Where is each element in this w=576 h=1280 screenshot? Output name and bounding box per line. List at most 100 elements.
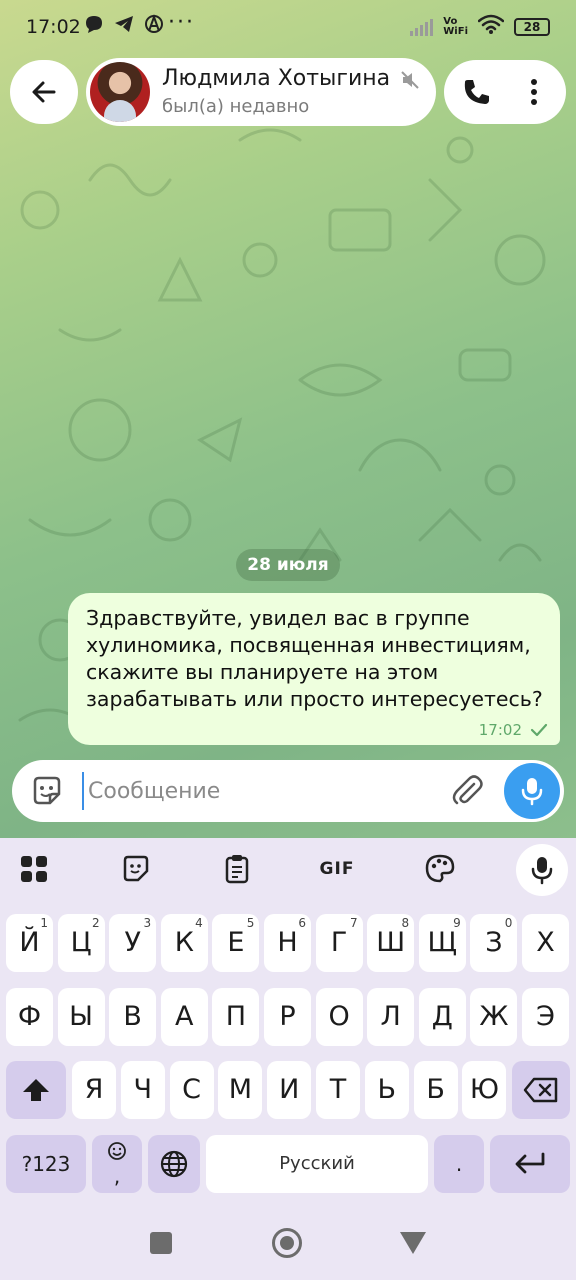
key-hint: 1: [40, 916, 48, 930]
enter-key[interactable]: [490, 1135, 570, 1193]
key-label: Н: [277, 927, 298, 958]
shift-key[interactable]: [6, 1061, 66, 1119]
backspace-key[interactable]: [512, 1061, 570, 1119]
palette-icon[interactable]: [423, 852, 457, 886]
last-seen-status: был(а) недавно: [162, 96, 310, 117]
language-key[interactable]: [148, 1135, 200, 1193]
message-meta: 17:02: [479, 721, 548, 739]
battery-icon: 28: [514, 17, 550, 36]
key[interactable]: С: [169, 1061, 214, 1119]
enter-arrow-icon: [515, 1152, 545, 1174]
vowifi-icon: Vo WiFi: [443, 15, 468, 37]
key-label: Г: [330, 927, 348, 958]
header-actions: [444, 60, 566, 124]
key[interactable]: Р: [264, 988, 311, 1046]
wifi-icon: [477, 14, 505, 39]
key[interactable]: Й1: [6, 914, 53, 972]
key-label: Ф: [17, 1001, 42, 1032]
key-hint: 6: [298, 916, 306, 930]
key[interactable]: Б: [413, 1061, 458, 1119]
sticker-icon[interactable]: [30, 774, 64, 808]
key[interactable]: В: [109, 988, 157, 1046]
home-button[interactable]: [272, 1228, 302, 1258]
key[interactable]: Ю: [462, 1061, 507, 1119]
date-separator: 28 июля: [236, 549, 340, 581]
key[interactable]: М: [218, 1061, 263, 1119]
key-label: Е: [227, 927, 245, 958]
key[interactable]: Ы: [57, 988, 105, 1046]
key-label: Э: [536, 1001, 555, 1032]
back-nav-button[interactable]: [400, 1232, 426, 1254]
gif-button[interactable]: GIF: [320, 852, 354, 886]
status-time: 17:02: [26, 16, 81, 38]
phone-icon[interactable]: [462, 78, 490, 106]
key[interactable]: Ц2: [57, 914, 105, 972]
emoji-comma-key[interactable]: ,: [92, 1135, 142, 1193]
key-label: В: [123, 1001, 142, 1032]
chat-header[interactable]: Людмила Хотыгина был(а) недавно: [86, 58, 436, 126]
message-time: 17:02: [478, 721, 522, 739]
key[interactable]: Е5: [212, 914, 260, 972]
keyboard-toolbar: GIF: [0, 838, 576, 898]
key[interactable]: Д: [418, 988, 466, 1046]
outgoing-message[interactable]: Здравствуйте, увидел вас в группе хулино…: [68, 593, 560, 745]
key[interactable]: Щ9: [418, 914, 466, 972]
key[interactable]: З0: [470, 914, 518, 972]
signal-icon: [410, 18, 434, 36]
key[interactable]: У3: [109, 914, 157, 972]
key-label: У: [124, 927, 141, 958]
key-label: З: [485, 927, 503, 958]
emoji-icon: [108, 1142, 126, 1160]
symbols-key[interactable]: ?123: [6, 1135, 86, 1193]
message-input[interactable]: [82, 772, 442, 810]
key[interactable]: О: [315, 988, 363, 1046]
voice-record-button[interactable]: [504, 763, 560, 819]
chat-title: Людмила Хотыгина: [162, 66, 391, 91]
key[interactable]: И: [267, 1061, 312, 1119]
key-label: Ж: [479, 1001, 509, 1032]
key-label: А: [175, 1001, 194, 1032]
key[interactable]: А: [160, 988, 208, 1046]
back-button[interactable]: [10, 60, 78, 124]
more-vertical-icon[interactable]: [524, 78, 544, 106]
period-key[interactable]: .: [434, 1135, 484, 1193]
system-navigation-bar: [0, 1204, 576, 1280]
muted-icon: [401, 71, 419, 89]
key-label: О: [328, 1001, 350, 1032]
key[interactable]: Ж: [470, 988, 518, 1046]
key[interactable]: П: [212, 988, 260, 1046]
paperclip-icon[interactable]: [450, 774, 484, 808]
key[interactable]: К4: [160, 914, 208, 972]
key[interactable]: Ч: [120, 1061, 165, 1119]
space-key[interactable]: Русский: [206, 1135, 428, 1193]
key-label: К: [174, 927, 194, 958]
key-hint: 5: [246, 916, 255, 930]
voice-input-button[interactable]: [516, 844, 568, 896]
key[interactable]: Г7: [315, 914, 363, 972]
clipboard-icon[interactable]: [220, 852, 254, 886]
key[interactable]: Я: [72, 1061, 116, 1119]
comma-label: ,: [113, 1164, 121, 1188]
key-hint: 2: [91, 916, 100, 930]
key[interactable]: Э: [522, 988, 569, 1046]
more-notifications-icon: ···: [168, 10, 195, 35]
key[interactable]: Х: [522, 914, 569, 972]
key-label: П: [225, 1001, 247, 1032]
key-label: Ю: [469, 1074, 499, 1105]
status-bar: 17:02 ··· Vo WiFi 28: [0, 0, 576, 54]
recents-button[interactable]: [150, 1232, 172, 1254]
key-hint: 7: [349, 916, 358, 930]
shift-arrow-icon: [23, 1079, 49, 1101]
key[interactable]: Л: [367, 988, 415, 1046]
message-composer: [12, 760, 564, 822]
key[interactable]: Н6: [264, 914, 311, 972]
key-label: Д: [431, 1001, 453, 1032]
key[interactable]: Ь: [364, 1061, 409, 1119]
apps-grid-icon[interactable]: [17, 852, 51, 886]
sticker-icon[interactable]: [119, 852, 153, 886]
key[interactable]: Ш8: [367, 914, 415, 972]
avatar[interactable]: [90, 62, 150, 122]
notification-icons: [84, 14, 164, 34]
key[interactable]: Ф: [6, 988, 53, 1046]
key[interactable]: Т: [316, 1061, 360, 1119]
